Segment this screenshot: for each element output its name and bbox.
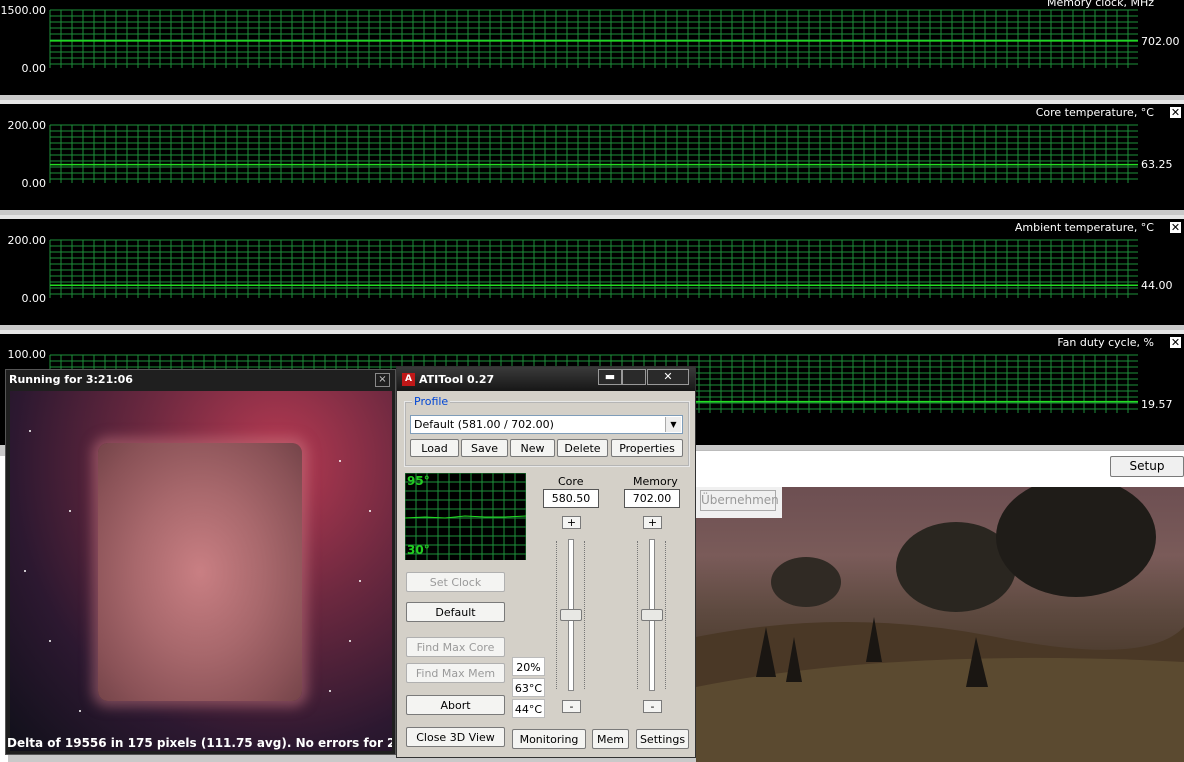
panel-separator [0, 215, 1184, 219]
core-slider-ticks [584, 541, 588, 689]
render-status: Delta of 19556 in 175 pixels (111.75 avg… [7, 736, 392, 750]
new-button[interactable]: New [510, 439, 555, 457]
settings-button[interactable]: Settings [636, 729, 689, 749]
chevron-down-icon[interactable]: ▼ [665, 417, 681, 432]
graph-title: Core temperature, °C [1035, 106, 1154, 119]
core-decrement-button[interactable]: - [562, 700, 581, 713]
client-area: Profile Default (581.00 / 702.00) ▼ Load… [402, 393, 690, 753]
delete-button[interactable]: Delete [557, 439, 608, 457]
mem-button[interactable]: Mem [592, 729, 629, 749]
graph-plot [49, 9, 1138, 68]
core-slider-thumb[interactable] [560, 609, 582, 621]
save-button[interactable]: Save [461, 439, 508, 457]
default-button[interactable]: Default [406, 602, 505, 622]
maximize-button[interactable] [622, 369, 646, 385]
graph-ambient-temperature: Ambient temperature, °C ✕ 200.00 0.00 44… [0, 215, 1184, 325]
graph-title: Memory clock, MHz [1046, 0, 1154, 9]
window-title: ATITool 0.27 [419, 373, 495, 386]
panel-separator [0, 330, 1184, 334]
landscape-image [696, 487, 1184, 762]
close-icon[interactable]: ✕ [1170, 222, 1181, 233]
close-3d-view-button[interactable]: Close 3D View [406, 727, 505, 747]
profile-value: Default (581.00 / 702.00) [414, 418, 554, 431]
memory-label: Memory [633, 475, 678, 488]
monitoring-button[interactable]: Monitoring [512, 729, 586, 749]
temp-min-label: 30° [407, 543, 430, 557]
minimize-button[interactable]: ▬ [598, 369, 622, 385]
desktop-wallpaper [696, 487, 1184, 762]
graph-max-label: 100.00 [7, 348, 47, 361]
graph-plot [0, 100, 1184, 183]
abort-button[interactable]: Abort [406, 695, 505, 715]
find-max-mem-button[interactable]: Find Max Mem [406, 663, 505, 683]
core-label: Core [558, 475, 584, 488]
graph-plot [0, 215, 1184, 298]
graph-current-value: 702.00 [1141, 35, 1180, 48]
core-temp-readout: 63°C [512, 678, 545, 697]
memory-clock-input[interactable]: 702.00 [624, 489, 680, 508]
title-bar[interactable]: A ATITool 0.27 ▬ ✕ [397, 367, 695, 391]
graph-memory-clock: Memory clock, MHz 1500.00 0.00 702.00 [0, 0, 1184, 95]
graph-title: Ambient temperature, °C [1014, 221, 1154, 234]
3d-render-canvas [10, 391, 392, 751]
setup-button[interactable]: Setup [1110, 456, 1184, 477]
close-icon[interactable]: ✕ [1170, 107, 1181, 118]
graph-max-label: 1500.00 [0, 4, 47, 17]
core-clock-input[interactable]: 580.50 [543, 489, 599, 508]
core-increment-button[interactable]: + [562, 516, 581, 529]
temperature-graph: 95° 30° [405, 473, 526, 560]
graph-max-label: 200.00 [7, 119, 47, 132]
window-title: Running for 3:21:06 [9, 373, 133, 386]
memory-decrement-button[interactable]: - [643, 700, 662, 713]
panel-separator [0, 100, 1184, 104]
profile-dropdown[interactable]: Default (581.00 / 702.00) ▼ [410, 415, 683, 434]
graph-min-label: 0.00 [21, 62, 47, 75]
graph-min-label: 0.00 [21, 177, 47, 190]
3d-view-window[interactable]: Running for 3:21:06 × [5, 369, 396, 755]
properties-button[interactable]: Properties [611, 439, 683, 457]
graph-min-label: 0.00 [21, 292, 47, 305]
graph-max-label: 200.00 [7, 234, 47, 247]
profile-label: Profile [412, 395, 451, 408]
memory-increment-button[interactable]: + [643, 516, 662, 529]
graph-current-value: 19.57 [1141, 398, 1173, 411]
ambient-temp-readout: 44°C [512, 699, 545, 718]
atitool-window: A ATITool 0.27 ▬ ✕ Profile Default (581.… [396, 366, 696, 758]
graph-current-value: 63.25 [1141, 158, 1173, 171]
graph-title: Fan duty cycle, % [1057, 336, 1154, 349]
temp-max-label: 95° [407, 474, 430, 488]
memory-slider-thumb[interactable] [641, 609, 663, 621]
close-button[interactable]: ✕ [647, 369, 689, 385]
apply-button[interactable]: Übernehmen [700, 490, 779, 511]
memory-slider-ticks [665, 541, 669, 689]
find-max-core-button[interactable]: Find Max Core [406, 637, 505, 657]
set-clock-button[interactable]: Set Clock [406, 572, 505, 592]
close-icon[interactable]: × [375, 373, 390, 387]
fan-speed-readout: 20% [512, 657, 545, 676]
graph-core-temperature: Core temperature, °C ✕ 200.00 0.00 63.25 [0, 100, 1184, 210]
close-icon[interactable]: ✕ [1170, 337, 1181, 348]
furry-cube [98, 443, 302, 701]
graph-current-value: 44.00 [1141, 279, 1173, 292]
app-logo-icon: A [402, 373, 415, 386]
load-button[interactable]: Load [410, 439, 459, 457]
